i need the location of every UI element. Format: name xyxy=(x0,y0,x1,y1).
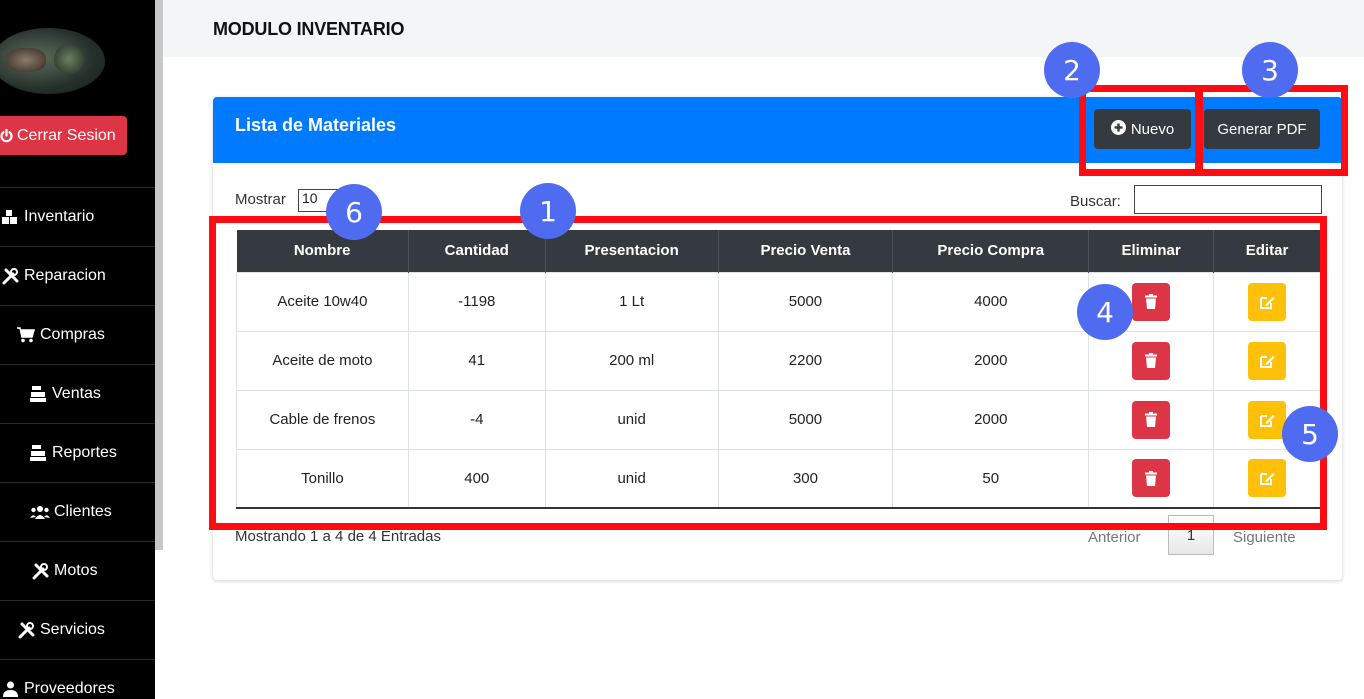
annotation-marker: 5 xyxy=(1282,406,1338,462)
next-page-button[interactable]: Siguiente xyxy=(1233,529,1296,546)
annotation-box-table xyxy=(209,216,1327,530)
logout-button[interactable]: Cerrar Sesion xyxy=(0,116,127,155)
sidebar-item-label: Clientes xyxy=(54,503,112,520)
sidebar-nav: Inventario Reparacion Compras Ventas Rep… xyxy=(0,187,155,699)
annotation-marker: 3 xyxy=(1242,42,1298,98)
annotation-marker: 4 xyxy=(1077,284,1133,340)
sidebar-item-label: Motos xyxy=(54,562,98,579)
user-tie-icon xyxy=(0,681,20,697)
previous-page-button[interactable]: Anterior xyxy=(1088,529,1141,546)
annotation-box-new xyxy=(1079,85,1202,176)
sidebar-item-servicios[interactable]: Servicios xyxy=(0,600,155,659)
users-icon xyxy=(30,505,50,519)
top-bar: MODULO INVENTARIO xyxy=(163,0,1364,57)
annotation-marker: 2 xyxy=(1044,42,1100,98)
sidebar-item-label: Inventario xyxy=(24,208,95,225)
page-title: MODULO INVENTARIO xyxy=(213,19,405,39)
avatar xyxy=(0,28,105,94)
sidebar: Cerrar Sesion Inventario Reparacion Comp… xyxy=(0,0,155,699)
sidebar-scrollbar[interactable] xyxy=(155,0,163,550)
sidebar-item-label: Proveedores xyxy=(24,680,115,697)
logout-label: Cerrar Sesion xyxy=(17,126,116,144)
tools-icon xyxy=(30,562,50,580)
annotation-marker: 6 xyxy=(326,184,382,240)
annotation-box-pdf xyxy=(1196,85,1348,176)
sidebar-item-inventario[interactable]: Inventario xyxy=(0,187,155,246)
sidebar-item-label: Ventas xyxy=(52,385,101,402)
tools-icon xyxy=(0,267,20,285)
annotation-marker: 1 xyxy=(520,183,576,239)
sidebar-item-proveedores[interactable]: Proveedores xyxy=(0,659,155,699)
sidebar-item-ventas[interactable]: Ventas xyxy=(0,364,155,423)
sidebar-item-label: Reparacion xyxy=(24,267,106,284)
sidebar-item-compras[interactable]: Compras xyxy=(0,305,155,364)
search-label: Buscar: xyxy=(1070,193,1121,210)
sidebar-item-reparacion[interactable]: Reparacion xyxy=(0,246,155,305)
sidebar-item-reportes[interactable]: Reportes xyxy=(0,423,155,482)
cart-icon xyxy=(16,327,36,343)
sidebar-item-motos[interactable]: Motos xyxy=(0,541,155,600)
sidebar-item-label: Compras xyxy=(40,326,105,343)
show-entries-label: Mostrar xyxy=(235,191,286,208)
power-icon xyxy=(0,129,13,143)
sidebar-item-clientes[interactable]: Clientes xyxy=(0,482,155,541)
cash-register-icon xyxy=(28,386,48,402)
cash-register-icon xyxy=(28,445,48,461)
warehouse-icon xyxy=(0,209,20,225)
sidebar-item-label: Reportes xyxy=(52,444,117,461)
sidebar-item-label: Servicios xyxy=(40,621,105,638)
tools-icon xyxy=(16,621,36,639)
card-title: Lista de Materiales xyxy=(235,115,397,135)
search-input[interactable] xyxy=(1134,185,1322,214)
table-info: Mostrando 1 a 4 de 4 Entradas xyxy=(235,528,441,545)
